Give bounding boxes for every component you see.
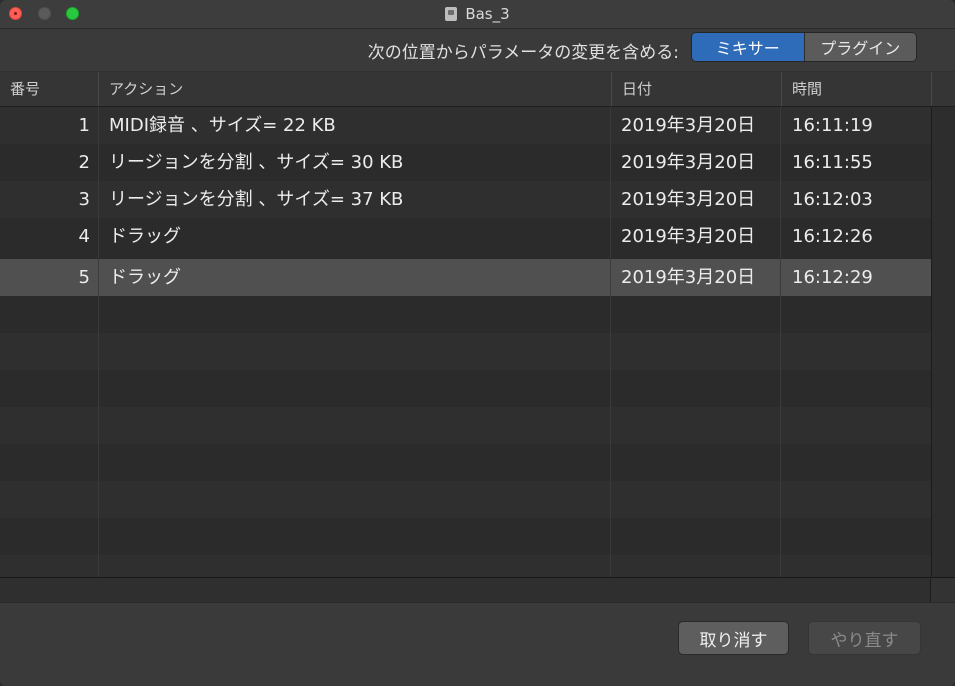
table-row[interactable]: 4 ドラッグ 2019年3月20日 16:12:26 [0,218,931,255]
row-action: リージョンを分割 、サイズ= 30 KB [109,152,404,173]
row-time: 16:12:29 [792,267,873,288]
row-action: MIDI録音 、サイズ= 22 KB [109,115,336,136]
empty-row [0,481,931,518]
table-row[interactable]: 3 リージョンを分割 、サイズ= 37 KB 2019年3月20日 16:12:… [0,181,931,218]
segment-mixer[interactable]: ミキサー [692,33,804,61]
segment-plugin[interactable]: プラグイン [803,33,916,61]
table-row-selected[interactable]: 5 ドラッグ 2019年3月20日 16:12:29 [0,259,931,296]
column-header-time[interactable]: 時間 [781,72,931,106]
column-divider [780,107,781,577]
row-date: 2019年3月20日 [621,152,756,173]
row-date: 2019年3月20日 [621,267,756,288]
row-date: 2019年3月20日 [621,115,756,136]
empty-row [0,444,931,481]
history-table-body: 1 MIDI録音 、サイズ= 22 KB 2019年3月20日 16:11:19… [0,107,931,577]
row-time: 16:11:19 [792,115,873,136]
title-bar: Bas_3 [0,0,955,29]
document-icon [445,7,458,21]
column-header-spacer [931,72,955,106]
row-action: ドラッグ [109,226,181,247]
table-header: 番号 アクション 日付 時間 [0,72,955,107]
table-row[interactable]: 2 リージョンを分割 、サイズ= 30 KB 2019年3月20日 16:11:… [0,144,931,181]
row-time: 16:12:03 [792,189,873,210]
empty-row [0,370,931,407]
empty-row [0,518,931,555]
undo-history-window: Bas_3 次の位置からパラメータの変更を含める: ミキサー プラグイン 番号 … [0,0,955,686]
column-divider [98,107,99,577]
row-action: ドラッグ [109,267,181,288]
row-date: 2019年3月20日 [621,189,756,210]
table-row[interactable]: 1 MIDI録音 、サイズ= 22 KB 2019年3月20日 16:11:19 [0,107,931,144]
column-header-date[interactable]: 日付 [611,72,781,106]
row-number: 2 [78,152,90,173]
column-header-number[interactable]: 番号 [0,72,98,106]
column-header-action[interactable]: アクション [98,72,611,106]
row-action: リージョンを分割 、サイズ= 37 KB [109,189,404,210]
row-time: 16:11:55 [792,152,873,173]
parameter-source-segmented-control: ミキサー プラグイン [691,32,917,62]
row-number: 5 [78,267,90,288]
row-date: 2019年3月20日 [621,226,756,247]
row-time: 16:12:26 [792,226,873,247]
row-number: 4 [78,226,90,247]
row-number: 3 [78,189,90,210]
undo-button[interactable]: 取り消す [678,621,789,655]
footer-bar: 取り消す やり直す [0,602,955,686]
horizontal-scrollbar[interactable] [0,577,955,602]
empty-row [0,555,931,577]
toolbar: 次の位置からパラメータの変更を含める: ミキサー プラグイン [0,29,955,71]
empty-row [0,407,931,444]
vertical-scrollbar[interactable] [931,107,955,577]
scrollbar-corner [930,578,955,602]
window-title: Bas_3 [0,0,955,28]
redo-button[interactable]: やり直す [808,621,921,655]
include-parameter-changes-label: 次の位置からパラメータの変更を含める: [367,43,679,63]
column-divider [610,107,611,577]
empty-row [0,333,931,370]
row-number: 1 [78,115,90,136]
window-title-text: Bas_3 [465,5,510,23]
empty-row [0,296,931,333]
